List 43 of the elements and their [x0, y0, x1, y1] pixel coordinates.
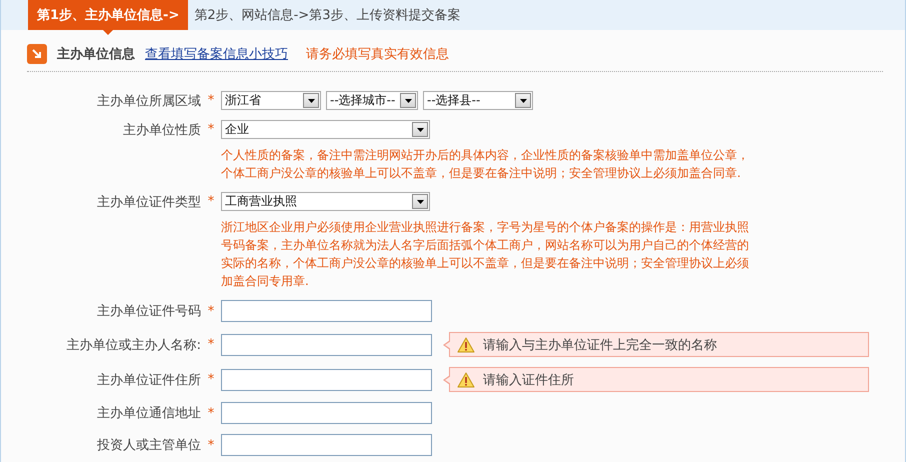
field-label: 投资人或主管单位	[96, 437, 201, 454]
field-label: 主办单位或主办人名称:	[66, 336, 201, 354]
caret-icon	[416, 200, 424, 204]
error-text: 请输入证件住所	[483, 372, 574, 388]
step-tab[interactable]: 第3步、上传资料提交备案	[309, 0, 460, 30]
field-label: 主办单位通信地址	[96, 405, 201, 422]
required-mark: *	[206, 337, 216, 352]
section-title: 主办单位信息	[57, 46, 135, 63]
hint-text: 个人性质的备案，备注中需注明网站开办后的具体内容，企业性质的备案核验单中需加盖单位公章，个体工商户没公章的核验单上可以不盖章，但是要在备注中说明；安全管理协议上必须加盖合同章.	[221, 147, 750, 182]
dropdown[interactable]: 工商营业执照	[221, 192, 430, 211]
required-mark: *	[206, 93, 216, 108]
hint-text: 浙江地区企业用户必须使用企业营业执照进行备案，字号为星号的个体户备案的操作是：用营业执照号码备案，主办单位名称就为法人名字后面括弧个体工商户，网站名称可以为用户自己的个体经营的实际的名称，个体工商户没公章的核验单上可以不盖章，但是要在备注中说明；安全管理协议上必须加盖合同专用章.	[221, 219, 750, 290]
input-field[interactable]	[221, 434, 432, 456]
required-mark: *	[206, 122, 216, 137]
notice-text: 请务必填写真实有效信息	[306, 46, 449, 63]
tips-link[interactable]: 查看填写备案信息小技巧	[145, 45, 288, 63]
required-mark: *	[206, 438, 216, 452]
error-text: 请输入与主办单位证件上完全一致的名称	[483, 336, 717, 354]
required-mark: *	[206, 194, 216, 209]
caret-icon	[308, 98, 314, 102]
step-tab[interactable]: 第2步、网站信息->	[194, 0, 310, 30]
field-label: 主办单位性质	[122, 122, 201, 138]
required-mark: *	[206, 406, 216, 420]
field-label: 主办单位证件住所	[96, 372, 201, 388]
dropdown[interactable]: --选择城市--	[326, 91, 418, 110]
warning-icon	[457, 336, 475, 352]
field-label: 主办单位证件类型	[96, 194, 201, 210]
dropdown[interactable]: 企业	[221, 120, 430, 139]
warning-icon	[457, 372, 475, 388]
input-field[interactable]	[221, 402, 432, 424]
field-label: 主办单位证件号码	[96, 303, 201, 320]
dropdown[interactable]: --选择县--	[423, 91, 533, 110]
input-field[interactable]	[221, 368, 432, 390]
caret-icon	[520, 98, 526, 102]
dropdown[interactable]: 浙江省	[221, 91, 321, 110]
caret-icon	[404, 98, 412, 102]
pointer-icon	[103, 30, 114, 35]
caret-icon	[416, 128, 424, 132]
required-mark: *	[206, 372, 216, 387]
field-label: 主办单位所属区域	[96, 92, 201, 110]
input-field[interactable]	[221, 300, 432, 322]
required-mark: *	[206, 304, 216, 318]
input-field[interactable]	[221, 334, 432, 356]
